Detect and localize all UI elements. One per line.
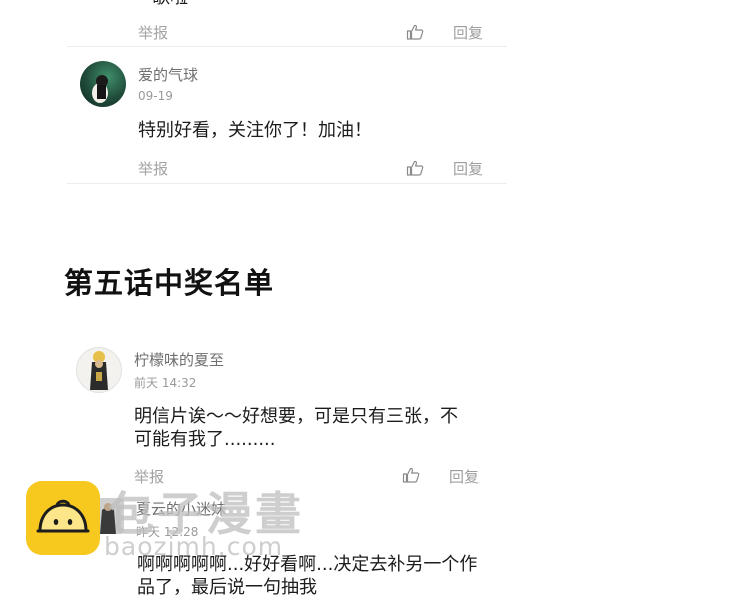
divider xyxy=(67,46,507,47)
thumbs-up-icon[interactable] xyxy=(406,160,424,176)
reply-button[interactable]: 回复 xyxy=(453,158,483,179)
divider xyxy=(67,183,507,184)
username[interactable]: 柠檬味的夏至 xyxy=(134,349,224,370)
comment-text: 特别好看，关注你了！加油！ xyxy=(138,120,372,141)
username[interactable]: 爱的气球 xyxy=(138,64,198,85)
comment-text-line: 明信片诶～～好想要，可是只有三张，不 xyxy=(134,406,458,427)
thumbs-up-icon[interactable] xyxy=(406,24,424,40)
comment-text-line: 品了，最后说一句抽我 xyxy=(137,577,317,598)
watermark-logo xyxy=(26,481,100,555)
avatar[interactable] xyxy=(80,61,126,107)
section-title: 第五话中奖名单 xyxy=(64,266,275,300)
avatar[interactable] xyxy=(76,347,122,393)
watermark-url: baozimh.com xyxy=(104,532,284,561)
reply-button[interactable]: 回复 xyxy=(449,466,479,487)
comment-date: 前天 14:32 xyxy=(134,376,197,390)
report-link[interactable]: 举报 xyxy=(138,158,168,179)
reply-button[interactable]: 回复 xyxy=(453,22,483,43)
thumbs-up-icon[interactable] xyxy=(402,467,420,483)
report-link[interactable]: 举报 xyxy=(138,22,168,43)
comment-text-partial: 歌啦 xyxy=(152,0,188,9)
comment-date: 09-19 xyxy=(138,89,173,103)
comment-text-line: 可能有我了......... xyxy=(134,429,276,450)
